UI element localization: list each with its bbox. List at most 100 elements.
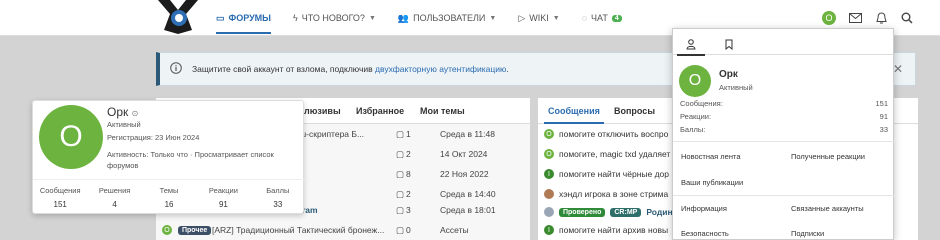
thread-replies: 3	[406, 205, 411, 215]
thread-prefix-tag: Прочее	[178, 225, 212, 235]
post-title[interactable]: помогите найти архив новы	[559, 225, 668, 235]
author-avatar[interactable]: I	[544, 169, 554, 179]
post-row[interactable]: O помогите, magic txd удаляет	[544, 144, 670, 164]
verified-tag: Проверено	[559, 207, 606, 217]
link-received-reactions[interactable]: Полученные реакции	[791, 152, 865, 161]
nav-users[interactable]: 👥 ПОЛЬЗОВАТЕЛИ ▼	[398, 0, 496, 36]
two-factor-link[interactable]: двухфакторную аутентификацию	[375, 64, 506, 74]
chevron-down-icon: ▼	[552, 14, 560, 22]
mail-icon[interactable]	[848, 11, 862, 25]
user-avatar[interactable]: O	[822, 11, 836, 25]
link-security[interactable]: Безопасность	[681, 229, 729, 238]
stat-label: Реакции:	[680, 112, 712, 121]
post-row[interactable]: I помогите найти чёрные дор	[544, 164, 669, 184]
comment-icon: ▢	[396, 128, 405, 139]
nav-users-label: ПОЛЬЗОВАТЕЛИ	[413, 13, 486, 23]
stat-value: 33	[273, 200, 283, 209]
menu-username[interactable]: Орк	[719, 69, 738, 80]
nav-chat[interactable]: ◌ ЧАТ 4	[582, 0, 622, 36]
main-nav: ▭ ФОРУМЫ ϟ ЧТО НОВОГО? ▼ 👥 ПОЛЬЗОВАТЕЛИ …	[216, 0, 622, 36]
stat-label: Баллы:	[680, 125, 706, 134]
author-avatar[interactable]: O	[544, 129, 554, 139]
bookmark-icon	[725, 39, 733, 50]
post-title[interactable]: помогите отключить воспро	[559, 129, 668, 139]
thread-replies: 2	[406, 149, 411, 159]
user-icon	[686, 39, 696, 50]
author-avatar[interactable]: O	[544, 149, 554, 159]
stat-reactions: Реакции 91	[196, 180, 250, 215]
thread-replies: 0	[406, 225, 411, 235]
alert-text-after: .	[506, 64, 509, 74]
post-title[interactable]: хэндл игрока в зоне стрима	[559, 189, 668, 199]
thread-date: Среда в 14:40	[440, 189, 496, 199]
menu-avatar[interactable]: O	[679, 65, 711, 97]
chat-icon: ◌	[581, 13, 588, 23]
thread-forum[interactable]: Ассеты	[440, 225, 469, 235]
stat-value: 91	[218, 200, 228, 209]
post-row[interactable]: Проверено CR:MP Родина со	[544, 202, 690, 222]
tab-favorites[interactable]: Избранное	[356, 106, 404, 116]
author-avatar[interactable]: O	[162, 225, 172, 235]
post-title[interactable]: помогите найти чёрные дор	[559, 169, 669, 179]
profile-tooltip-card: O Орк ⊙ Активный Регистрация: 23 Июн 202…	[32, 100, 305, 215]
alert-text: Защитите свой аккаунт от взлома, подключ…	[192, 64, 509, 74]
menu-divider	[673, 141, 895, 142]
forums-icon: ▭	[216, 12, 225, 23]
author-avatar[interactable]: I	[544, 225, 554, 235]
wiki-icon: ▷	[518, 12, 526, 23]
author-avatar[interactable]	[544, 189, 554, 199]
close-icon[interactable]: ✕	[893, 62, 903, 76]
tab-account[interactable]	[677, 34, 705, 56]
search-icon[interactable]	[900, 11, 914, 25]
site-logo[interactable]	[156, 0, 200, 36]
stat-label: Реакции	[208, 186, 238, 195]
link-your-posts[interactable]: Ваши публикации	[681, 178, 743, 187]
thread-replies: 2	[406, 189, 411, 199]
tab-bookmarks[interactable]	[715, 34, 743, 55]
link-information[interactable]: Информация	[681, 204, 727, 213]
nav-wiki[interactable]: ▷ WIKI ▼	[518, 0, 559, 36]
profile-name[interactable]: Орк	[107, 105, 128, 119]
account-menu: O Орк Активный Сообщения: 151 Реакции: 91 …	[672, 28, 895, 240]
users-icon: 👥	[397, 12, 410, 23]
profile-registration: Регистрация: 23 Июн 2024	[107, 133, 200, 142]
crmp-tag: CR:MP	[610, 207, 642, 217]
stat-solutions: Решения 4	[87, 180, 141, 215]
whats-new-icon: ϟ	[293, 13, 298, 23]
menu-stat-messages: Сообщения: 151	[680, 99, 888, 108]
stat-label: Сообщения:	[680, 99, 723, 108]
tab-messages[interactable]: Сообщения	[544, 106, 604, 124]
gender-icon: ⊙	[131, 109, 139, 118]
stat-value: 33	[879, 125, 888, 134]
nav-whats-new-label: ЧТО НОВОГО?	[301, 13, 365, 23]
nav-forums[interactable]: ▭ ФОРУМЫ	[216, 0, 271, 36]
thread-title[interactable]: [ARZ] Традиционный Тактический бронеж...	[212, 225, 384, 235]
thread-date: Среда в 11:48	[440, 129, 495, 139]
post-title[interactable]: помогите, magic txd удаляет	[559, 149, 670, 159]
menu-status: Активный	[719, 83, 753, 92]
stat-points: Баллы 33	[251, 180, 305, 215]
post-row[interactable]: O помогите отключить воспро	[544, 124, 668, 144]
nav-forums-label: ФОРУМЫ	[228, 13, 271, 23]
nav-whats-new[interactable]: ϟ ЧТО НОВОГО? ▼	[293, 0, 376, 36]
tab-exclusives[interactable]: люзивы	[304, 106, 341, 116]
menu-divider	[673, 195, 895, 196]
tab-my-threads[interactable]: Мои темы	[420, 106, 465, 116]
stat-value: 91	[879, 112, 888, 121]
stat-value: 16	[164, 200, 174, 209]
comment-icon: ▢	[396, 204, 405, 215]
profile-name-row: Орк ⊙	[107, 105, 138, 119]
author-avatar[interactable]	[544, 207, 554, 217]
post-row[interactable]: хэндл игрока в зоне стрима	[544, 184, 668, 204]
profile-avatar[interactable]: O	[39, 105, 103, 169]
link-news-feed[interactable]: Новостная лента	[681, 152, 741, 161]
link-linked-accounts[interactable]: Связанные аккаунты	[791, 204, 864, 213]
comment-icon: ▢	[396, 168, 405, 179]
bell-icon[interactable]	[874, 11, 888, 25]
link-subscriptions[interactable]: Подписки	[791, 229, 824, 238]
tab-questions[interactable]: Вопросы	[614, 106, 655, 116]
chevron-down-icon: ▼	[368, 14, 376, 22]
thread-row[interactable]: O Прочее [ARZ] Традиционный Тактический …	[156, 220, 530, 240]
chevron-down-icon: ▼	[489, 14, 497, 22]
post-row[interactable]: I помогите найти архив новы	[544, 220, 668, 240]
